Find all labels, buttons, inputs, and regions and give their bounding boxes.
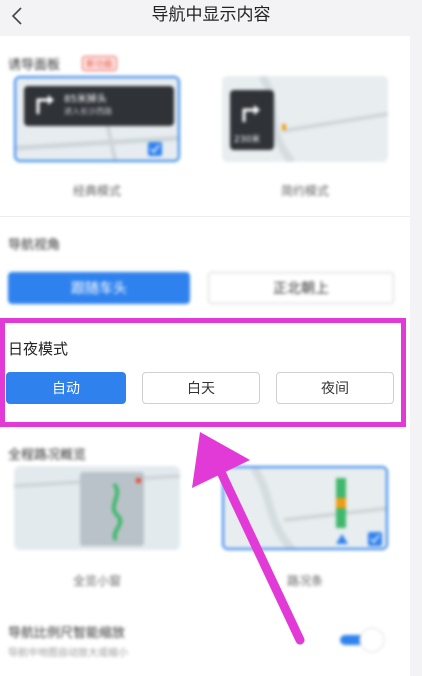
annotation-arrow-icon bbox=[192, 432, 305, 645]
